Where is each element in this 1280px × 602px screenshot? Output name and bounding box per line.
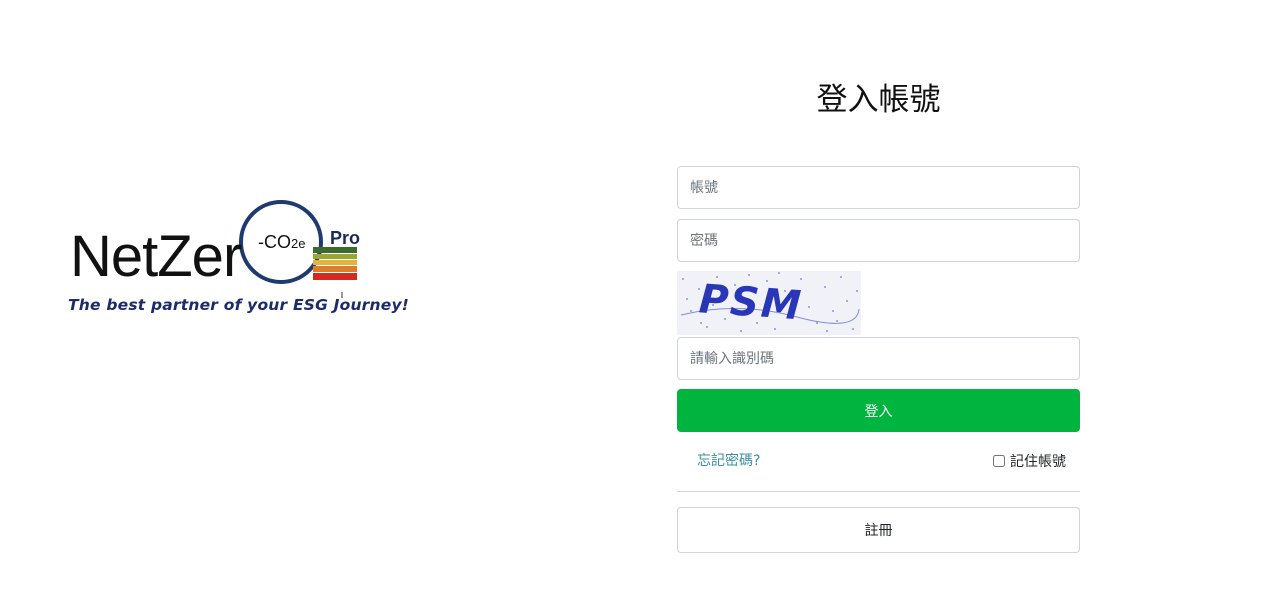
logo-pro-badge: Pro — [330, 228, 361, 248]
logo-bar-4 — [313, 266, 357, 272]
netzero-logo: NetZer -CO2e Pro The best partner of you… — [68, 200, 409, 325]
forgot-password-link[interactable]: 忘記密碼? — [697, 450, 760, 470]
login-options: 忘記密碼? 記住帳號 — [677, 446, 1080, 476]
logo-wordmark: NetZer — [70, 224, 242, 289]
register-button[interactable]: 註冊 — [677, 507, 1080, 553]
password-input[interactable] — [677, 219, 1080, 262]
captcha-input[interactable] — [677, 337, 1080, 380]
captcha-text: PSM — [697, 276, 804, 329]
page-title: 登入帳號 — [816, 82, 941, 118]
logo-co2-sub: 2e — [291, 236, 306, 251]
logo-bar-5 — [313, 273, 357, 280]
divider — [677, 491, 1080, 492]
captcha-image[interactable]: PSM — [677, 271, 861, 335]
logo-co2-prefix: -CO — [258, 232, 291, 252]
logo-bar-2 — [313, 254, 357, 259]
login-form: 登入帳號 PSM — [677, 78, 1080, 553]
remember-label: 記住帳號 — [1010, 454, 1066, 470]
login-page: NetZer -CO2e Pro The best partner of you… — [0, 0, 1280, 602]
account-input[interactable] — [677, 166, 1080, 209]
logo-bar-3 — [313, 260, 357, 265]
login-button[interactable]: 登入 — [677, 389, 1080, 432]
logo-tagline: The best partner of your ESG Journey! — [68, 296, 410, 314]
logo-co2e: -CO2e — [258, 232, 305, 253]
remember-checkbox[interactable] — [993, 455, 1005, 467]
remember-account[interactable]: 記住帳號 — [993, 451, 1066, 471]
